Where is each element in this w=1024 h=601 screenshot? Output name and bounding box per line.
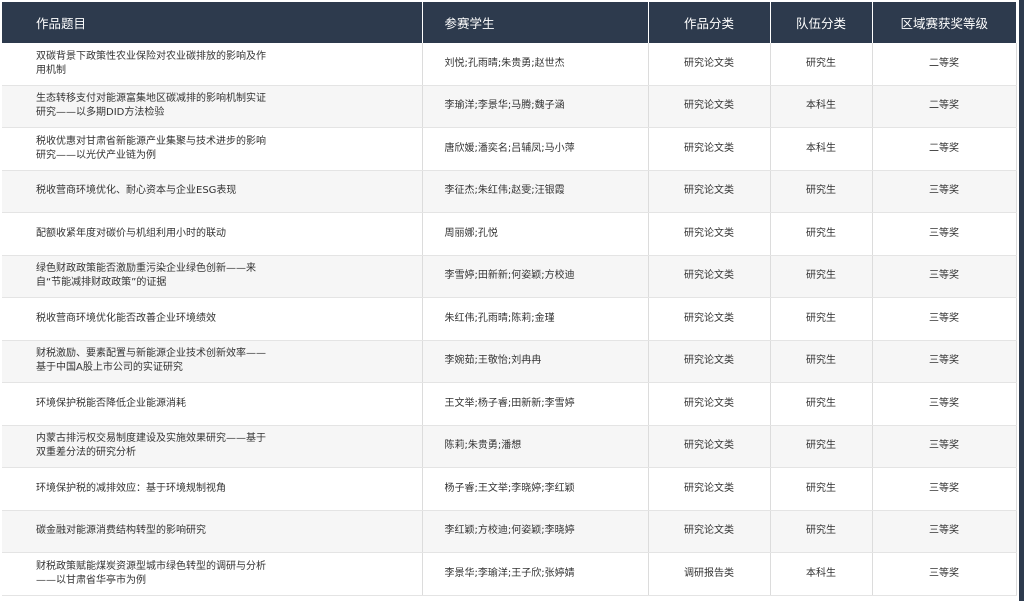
header-title: 作品题目: [2, 2, 423, 43]
header-team: 队伍分类: [770, 2, 873, 43]
cell-category: 研究论文类: [648, 382, 771, 426]
cell-award: 三等奖: [872, 170, 1017, 213]
cell-students: 李红颖;方校迪;何姿颖;李晓婷: [422, 510, 649, 553]
cell-category: 研究论文类: [648, 43, 771, 86]
cell-title: 税收营商环境优化能否改善企业环境绩效: [2, 297, 423, 341]
cell-award: 三等奖: [872, 425, 1017, 468]
table-row: 税收营商环境优化、耐心资本与企业ESG表现 李征杰;朱红伟;赵雯;汪银霞 研究论文类…: [2, 170, 1017, 213]
cell-team: 研究生: [770, 212, 873, 256]
cell-category: 研究论文类: [648, 297, 771, 341]
cell-students: 王文举;杨子睿;田新新;李雪婷: [422, 382, 649, 426]
cell-students: 周丽娜;孔悦: [422, 212, 649, 256]
cell-title: 税收优惠对甘肃省新能源产业集聚与技术进步的影响研究——以光伏产业链为例: [2, 127, 423, 171]
cell-students: 李瑜洋;李景华;马腾;魏子涵: [422, 85, 649, 128]
cell-award: 三等奖: [872, 212, 1017, 256]
cell-students: 朱红伟;孔雨晴;陈莉;金瑾: [422, 297, 649, 341]
cell-team: 研究生: [770, 510, 873, 553]
cell-students: 李景华;李瑜洋;王子欣;张婷婧: [422, 552, 649, 596]
cell-students: 李婉茹;王敬怡;刘冉冉: [422, 340, 649, 383]
cell-category: 研究论文类: [648, 255, 771, 298]
awards-table-container: 作品题目 参赛学生 作品分类 队伍分类 区域赛获奖等级 双碳背景下政策性农业保险…: [2, 2, 1017, 596]
cell-title: 环境保护税能否降低企业能源消耗: [2, 382, 423, 426]
cell-title: 环境保护税的减排效应：基于环境规制视角: [2, 467, 423, 511]
cell-title: 财税激励、要素配置与新能源企业技术创新效率——基于中国A股上市公司的实证研究: [2, 340, 423, 383]
cell-category: 研究论文类: [648, 170, 771, 213]
cell-award: 三等奖: [872, 552, 1017, 596]
header-award: 区域赛获奖等级: [872, 2, 1016, 43]
cell-award: 三等奖: [872, 340, 1017, 383]
header-students: 参赛学生: [422, 2, 649, 43]
table-row: 双碳背景下政策性农业保险对农业碳排放的影响及作用机制 刘悦;孔雨晴;朱贵勇;赵世杰…: [2, 43, 1017, 86]
table-row: 税收营商环境优化能否改善企业环境绩效 朱红伟;孔雨晴;陈莉;金瑾 研究论文类 研究生三…: [2, 297, 1017, 341]
table-row: 生态转移支付对能源富集地区碳减排的影响机制实证研究——以多期DID方法检验 李瑜洋…: [2, 85, 1017, 128]
table-row: 财税政策赋能煤炭资源型城市绿色转型的调研与分析——以甘肃省华亭市为例 李景华;李瑜…: [2, 552, 1017, 596]
cell-award: 二等奖: [872, 127, 1017, 171]
table-row: 配额收紧年度对碳价与机组利用小时的联动 周丽娜;孔悦 研究论文类 研究生 三等奖: [2, 212, 1017, 256]
cell-team: 本科生: [770, 552, 873, 596]
page-right-edge: [1019, 0, 1024, 601]
cell-title: 双碳背景下政策性农业保险对农业碳排放的影响及作用机制: [2, 43, 423, 86]
cell-award: 二等奖: [872, 85, 1017, 128]
table-row: 环境保护税的减排效应：基于环境规制视角 杨子睿;王文举;李晓婷;李红颖 研究论文类研…: [2, 467, 1017, 511]
cell-award: 三等奖: [872, 255, 1017, 298]
cell-students: 唐欣媛;潘奕名;吕辅凤;马小萍: [422, 127, 649, 171]
cell-category: 研究论文类: [648, 340, 771, 383]
cell-team: 研究生: [770, 340, 873, 383]
cell-title: 绿色财政政策能否激励重污染企业绿色创新——来自“节能减排财政政策”的证据: [2, 255, 423, 298]
cell-title: 税收营商环境优化、耐心资本与企业ESG表现: [2, 170, 423, 213]
cell-students: 李雪婷;田新新;何姿颖;方校迪: [422, 255, 649, 298]
table-row: 税收优惠对甘肃省新能源产业集聚与技术进步的影响研究——以光伏产业链为例 唐欣媛;潘…: [2, 127, 1017, 171]
cell-students: 杨子睿;王文举;李晓婷;李红颖: [422, 467, 649, 511]
cell-category: 调研报告类: [648, 552, 771, 596]
cell-category: 研究论文类: [648, 85, 771, 128]
cell-team: 研究生: [770, 170, 873, 213]
cell-category: 研究论文类: [648, 467, 771, 511]
table-row: 绿色财政政策能否激励重污染企业绿色创新——来自“节能减排财政政策”的证据 李雪婷;…: [2, 255, 1017, 298]
cell-team: 研究生: [770, 425, 873, 468]
awards-table: 作品题目 参赛学生 作品分类 队伍分类 区域赛获奖等级 双碳背景下政策性农业保险…: [2, 2, 1017, 596]
table-header-row: 作品题目 参赛学生 作品分类 队伍分类 区域赛获奖等级: [2, 2, 1016, 43]
table-row: 内蒙古排污权交易制度建设及实施效果研究——基于双重差分法的研究分析 陈莉;朱贵勇;…: [2, 425, 1017, 468]
cell-category: 研究论文类: [648, 510, 771, 553]
table-row: 环境保护税能否降低企业能源消耗 王文举;杨子睿;田新新;李雪婷 研究论文类 研究生 三等…: [2, 382, 1017, 426]
header-category: 作品分类: [648, 2, 771, 43]
cell-title: 财税政策赋能煤炭资源型城市绿色转型的调研与分析——以甘肃省华亭市为例: [2, 552, 423, 596]
table-row: 碳金融对能源消费结构转型的影响研究 李红颖;方校迪;何姿颖;李晓婷 研究论文类 研究生…: [2, 510, 1017, 553]
cell-award: 二等奖: [872, 43, 1017, 86]
cell-team: 研究生: [770, 382, 873, 426]
cell-team: 研究生: [770, 467, 873, 511]
table-body: 双碳背景下政策性农业保险对农业碳排放的影响及作用机制 刘悦;孔雨晴;朱贵勇;赵世杰…: [2, 43, 1017, 596]
cell-category: 研究论文类: [648, 127, 771, 171]
table-row: 财税激励、要素配置与新能源企业技术创新效率——基于中国A股上市公司的实证研究 李婉…: [2, 340, 1017, 383]
cell-title: 内蒙古排污权交易制度建设及实施效果研究——基于双重差分法的研究分析: [2, 425, 423, 468]
cell-team: 本科生: [770, 85, 873, 128]
cell-title: 配额收紧年度对碳价与机组利用小时的联动: [2, 212, 423, 256]
cell-team: 本科生: [770, 127, 873, 171]
cell-team: 研究生: [770, 297, 873, 341]
cell-team: 研究生: [770, 43, 873, 86]
cell-team: 研究生: [770, 255, 873, 298]
cell-title: 碳金融对能源消费结构转型的影响研究: [2, 510, 423, 553]
cell-category: 研究论文类: [648, 425, 771, 468]
cell-students: 陈莉;朱贵勇;潘想: [422, 425, 649, 468]
cell-award: 三等奖: [872, 467, 1017, 511]
cell-award: 三等奖: [872, 297, 1017, 341]
cell-students: 刘悦;孔雨晴;朱贵勇;赵世杰: [422, 43, 649, 86]
cell-title: 生态转移支付对能源富集地区碳减排的影响机制实证研究——以多期DID方法检验: [2, 85, 423, 128]
cell-students: 李征杰;朱红伟;赵雯;汪银霞: [422, 170, 649, 213]
cell-award: 三等奖: [872, 510, 1017, 553]
cell-award: 三等奖: [872, 382, 1017, 426]
cell-category: 研究论文类: [648, 212, 771, 256]
